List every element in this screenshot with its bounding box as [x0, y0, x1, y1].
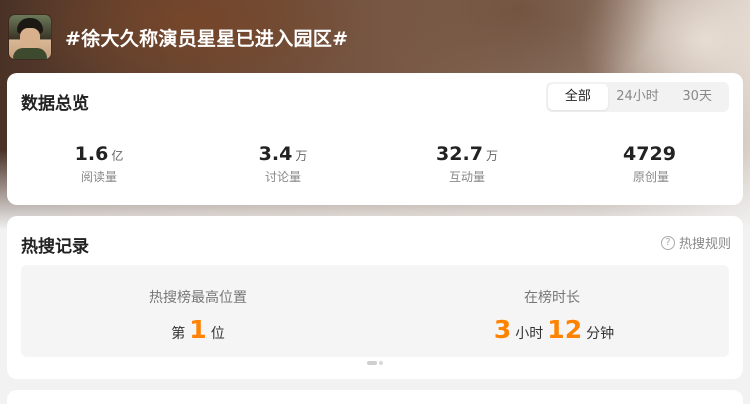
peak-suffix: 位	[210, 326, 225, 342]
peak-position-value: 第1位	[21, 315, 375, 344]
stat-unit: 万	[485, 149, 498, 163]
rules-label: 热搜规则	[678, 237, 731, 252]
minutes-number: 12	[547, 315, 583, 344]
stat-label: 原创量	[632, 170, 669, 184]
peak-number: 1	[189, 315, 207, 344]
hours-unit: 小时	[515, 326, 544, 342]
time-on-list-value: 3 小时 12 分钟	[375, 315, 729, 344]
stat-interaction: 32.7 万 互动量	[375, 143, 559, 185]
stat-read: 1.6 亿 阅读量	[7, 143, 191, 185]
stat-original: 4729 原创量	[559, 143, 743, 185]
tab-all[interactable]: 全部	[548, 84, 608, 110]
hot-search-title: 热搜记录	[21, 237, 89, 257]
peak-position: 热搜榜最高位置 第1位	[21, 265, 375, 357]
stat-label: 讨论量	[264, 170, 301, 184]
peak-position-label: 热搜榜最高位置	[149, 290, 247, 306]
time-on-list-label: 在榜时长	[524, 290, 580, 306]
stat-discussion: 3.4 万 讨论量	[191, 143, 375, 185]
stat-unit: 万	[295, 149, 308, 163]
tab-30d[interactable]: 30天	[667, 84, 727, 110]
carousel-dot	[379, 361, 383, 365]
stat-value: 1.6	[74, 143, 109, 165]
stat-label: 互动量	[448, 170, 485, 184]
overview-title: 数据总览	[21, 94, 89, 114]
time-range-tabs: 全部 24小时 30天	[546, 82, 729, 112]
carousel-indicator	[366, 361, 384, 365]
stat-value: 32.7	[436, 143, 483, 165]
carousel-dot-active	[367, 361, 377, 365]
time-on-list: 在榜时长 3 小时 12 分钟	[375, 265, 729, 357]
hot-search-card: 热搜记录 ? 热搜规则 热搜榜最高位置 第1位 在榜时长 3 小时 12 分钟	[7, 216, 743, 379]
peak-prefix: 第	[171, 326, 186, 342]
overview-card: 数据总览 全部 24小时 30天 1.6 亿 阅读量 3.4 万 讨论量 32.7 万…	[7, 73, 743, 205]
hot-search-rules-link[interactable]: ? 热搜规则	[660, 233, 731, 252]
topic-avatar	[9, 15, 51, 59]
minutes-unit: 分钟	[586, 326, 615, 342]
question-circle-icon: ?	[660, 235, 675, 250]
stat-label: 阅读量	[80, 170, 117, 184]
hot-search-record-box: 热搜榜最高位置 第1位 在榜时长 3 小时 12 分钟	[21, 265, 729, 357]
hours-number: 3	[493, 315, 512, 344]
tab-24h[interactable]: 24小时	[608, 84, 668, 110]
stat-value: 4729	[623, 143, 676, 165]
topic-title: #徐大久称演员星星已进入园区#	[65, 27, 349, 50]
topic-header: #徐大久称演员星星已进入园区#	[9, 14, 348, 60]
stat-unit: 亿	[111, 149, 124, 163]
stat-value: 3.4	[258, 143, 293, 165]
overview-stats: 1.6 亿 阅读量 3.4 万 讨论量 32.7 万 互动量 4729 原创量	[7, 143, 743, 185]
next-card	[7, 390, 743, 404]
